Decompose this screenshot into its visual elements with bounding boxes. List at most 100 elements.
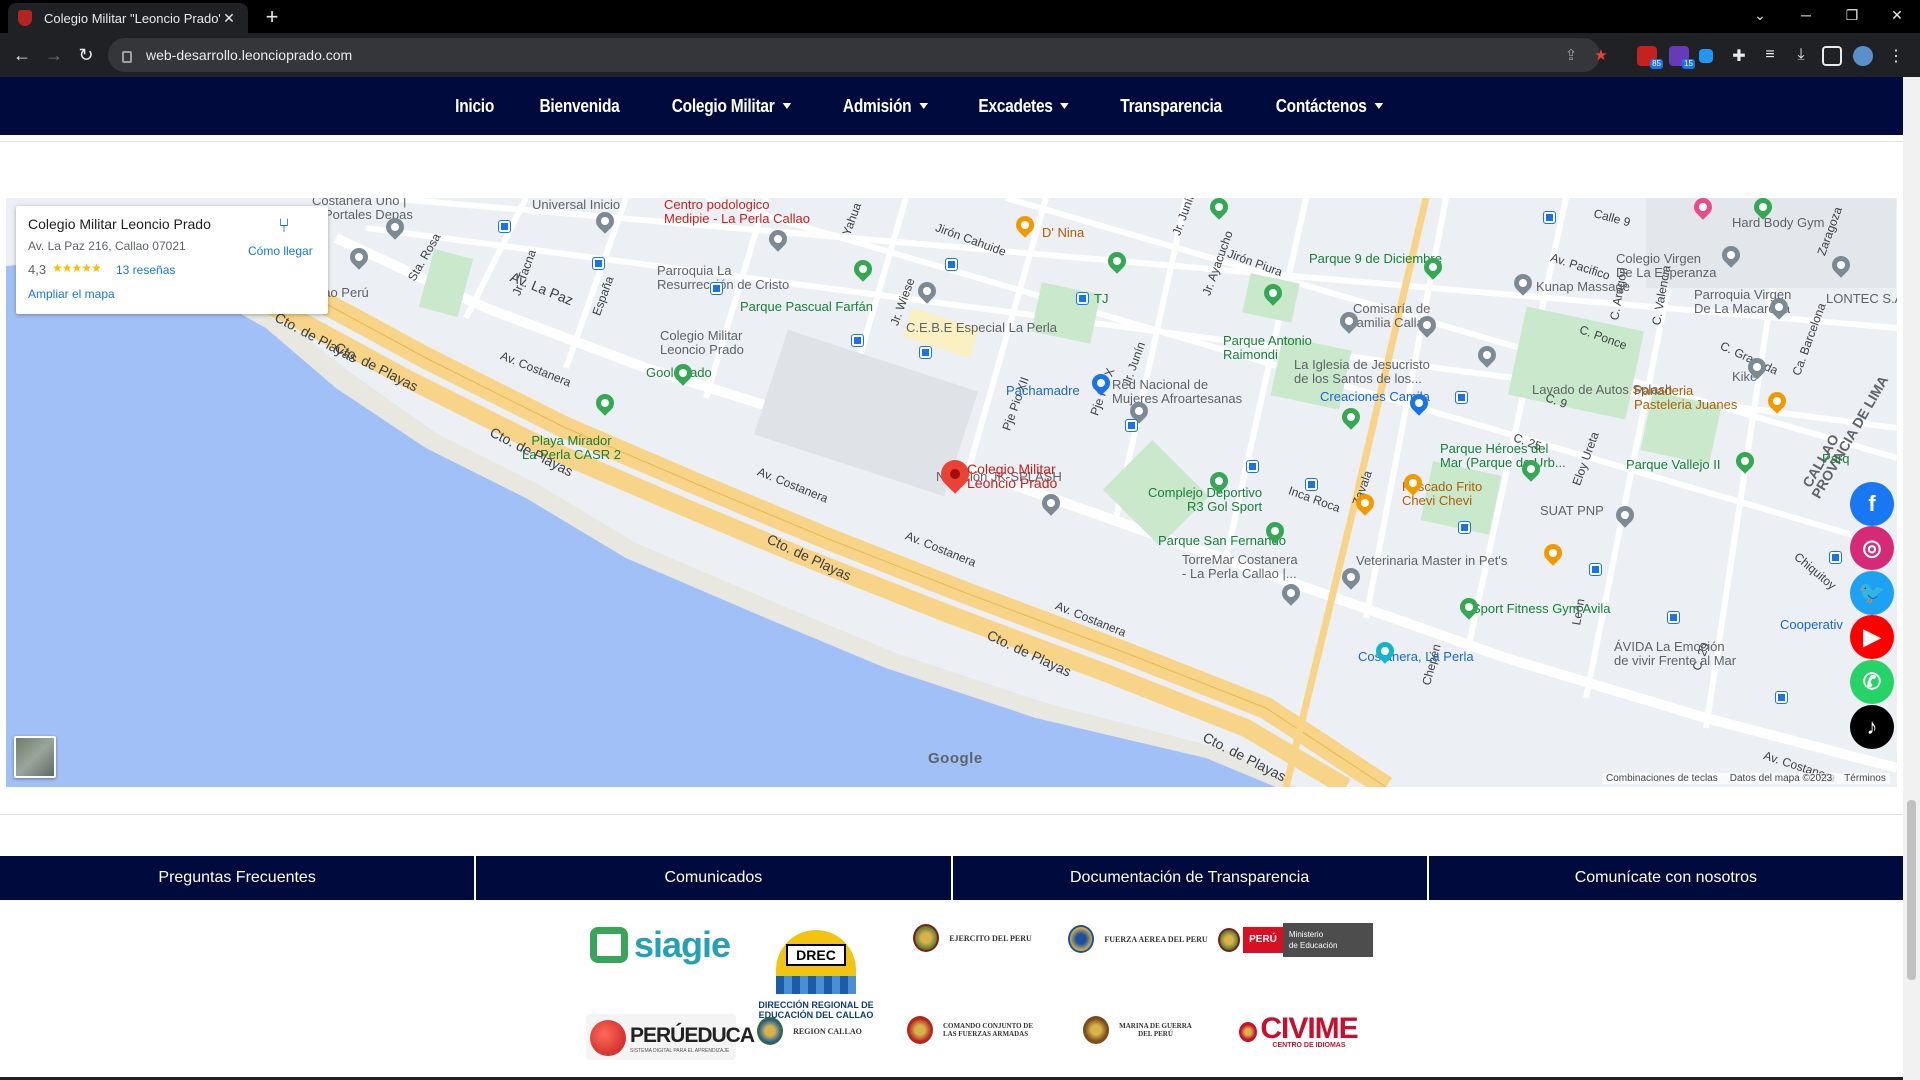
youtube-icon[interactable]: ▶ (1850, 615, 1894, 659)
scrollbar-thumb[interactable] (1907, 800, 1916, 980)
bookmark-star-icon[interactable]: ★ (1592, 47, 1610, 65)
reading-list-icon[interactable]: ≡ (1760, 46, 1780, 66)
air-force-seal-icon (1068, 925, 1095, 953)
place-label: TorreMar Costanera - La Perla Callao |..… (1182, 552, 1298, 581)
ccffaa-logo[interactable]: COMANDO CONJUNTO DE LAS FUERZAS ARMADAS (905, 1012, 1035, 1048)
place-label: Panaderia Pasteleria Juanes (1634, 383, 1738, 412)
site-navbar: Inicio Bienvenida Colegio Militar Admisión E… (0, 77, 1903, 135)
minimize-button[interactable]: ─ (1783, 0, 1829, 33)
extension-1-icon[interactable]: 85 (1637, 46, 1663, 69)
bus-stop-icon[interactable] (1076, 292, 1089, 305)
google-map[interactable]: Cto. de Playas Cto. de Playas Cto. de Pl… (6, 198, 1897, 787)
bus-stop-icon[interactable] (592, 257, 605, 270)
nav-item-bienvenida[interactable]: Bienvenida (539, 96, 619, 117)
bus-stop-icon[interactable] (1246, 460, 1259, 473)
tab-search-icon[interactable]: ⌄ (1737, 0, 1783, 33)
page-scrollbar[interactable] (1903, 77, 1920, 1080)
nav-item-excadetes[interactable]: Excadetes (978, 96, 1070, 117)
ejercito-logo[interactable]: EJERCITO DEL PERU (910, 922, 1035, 954)
bus-stop-icon[interactable] (1775, 691, 1788, 704)
nav-item-label: Bienvenida (539, 95, 620, 116)
whatsapp-icon[interactable]: ✆ (1850, 660, 1894, 704)
bus-stop-icon[interactable] (919, 346, 932, 359)
main-menu: Inicio Bienvenida Colegio Militar Admisión E… (0, 77, 1903, 135)
civime-logo[interactable]: CIVIME CENTRO DE IDIOMAS (1236, 1013, 1361, 1050)
place-label: Parque Pascual Farfán (740, 299, 873, 314)
reviews-link[interactable]: 13 reseñas (116, 263, 175, 277)
instagram-icon[interactable]: ◎ (1850, 526, 1894, 570)
url-text: web-desarrollo.leoncioprado.com (146, 47, 353, 63)
keyboard-shortcuts-link[interactable]: Combinaciones de teclas (1606, 773, 1718, 784)
twitter-icon[interactable]: 🐦 (1850, 571, 1894, 615)
nav-item-colegio-militar[interactable]: Colegio Militar (672, 96, 791, 117)
bus-stop-icon[interactable] (945, 258, 958, 271)
bus-stop-icon[interactable] (1667, 611, 1680, 624)
profile-avatar[interactable] (1853, 46, 1873, 66)
bus-stop-icon[interactable] (498, 220, 511, 233)
bus-stop-icon[interactable] (1829, 551, 1842, 564)
satellite-layer-toggle[interactable] (14, 736, 56, 778)
drec-box: DREC (786, 944, 846, 966)
bus-stop-icon[interactable] (851, 334, 864, 347)
bus-stop-icon[interactable] (1305, 478, 1318, 491)
new-tab-button[interactable]: + (258, 5, 286, 29)
side-panel-icon[interactable] (1822, 46, 1842, 66)
facebook-icon[interactable]: f (1850, 482, 1894, 526)
enlarge-map-link[interactable]: Ampliar el mapa (28, 287, 115, 301)
siagie-logo[interactable]: siagie (585, 921, 735, 969)
perueduca-text: PERÚEDUCA (630, 1024, 755, 1047)
footer-tab[interactable]: Comunicados (476, 856, 951, 900)
download-icon[interactable]: ⤓ (1791, 46, 1811, 66)
region-callao-logo[interactable]: REGION CALLAO (752, 1014, 867, 1048)
place-address: Av. La Paz 216, Callao 07021 (28, 239, 186, 253)
terms-link[interactable]: Términos (1844, 773, 1886, 784)
navy-seal-icon (1083, 1016, 1110, 1044)
place-label: Centro podologico Medipie - La Perla Cal… (664, 198, 810, 226)
share-icon[interactable]: ⇪ (1562, 47, 1580, 65)
marina-text: MARINA DE GUERRA DEL PERÚ (1119, 1022, 1192, 1038)
footer-tab[interactable]: Documentación de Transparencia (952, 856, 1427, 900)
bus-stop-icon[interactable] (1455, 391, 1468, 404)
bus-stop-icon[interactable] (1543, 211, 1556, 224)
bus-stop-icon[interactable] (1589, 563, 1602, 576)
forward-icon[interactable]: → (41, 42, 67, 68)
ejercito-text: EJERCITO DEL PERU (949, 933, 1032, 943)
place-label: Red Nacional de Mujeres Afroartesanas (1112, 377, 1243, 406)
fap-text: FUERZA AEREA DEL PERU (1104, 934, 1208, 944)
place-label: C.E.B.E Especial La Perla (906, 320, 1058, 335)
extension-3-icon[interactable] (1699, 49, 1713, 63)
tiktok-icon[interactable]: ♪ (1850, 705, 1894, 749)
extension-2-icon[interactable]: 15 (1669, 46, 1695, 69)
extensions-puzzle-icon[interactable]: ✚ (1729, 46, 1749, 66)
footer-tab[interactable]: Comunícate con nosotros (1428, 856, 1903, 900)
nav-item-contáctenos[interactable]: Contáctenos (1275, 96, 1383, 117)
place-label: Parque Vallejo II (1626, 457, 1721, 472)
reload-icon[interactable]: ↻ (73, 42, 99, 68)
bus-stop-icon[interactable] (1458, 521, 1471, 534)
footer-tab[interactable]: Preguntas Frecuentes (0, 856, 475, 900)
nav-item-admisión[interactable]: Admisión (843, 96, 929, 117)
back-icon[interactable]: ← (9, 42, 35, 68)
place-label: Pachamadre (1006, 383, 1080, 398)
place-label: LONTEC S.A.C (1826, 291, 1897, 306)
fap-logo[interactable]: FUERZA AEREA DEL PERU (1068, 922, 1208, 956)
directions-link[interactable]: Cómo llegar (248, 244, 313, 258)
main-location-label: Colegio Militar Leoncio Prado (967, 461, 1058, 491)
bus-stop-icon[interactable] (1125, 419, 1138, 432)
close-window-button[interactable]: ✕ (1874, 0, 1920, 33)
nav-item-inicio[interactable]: Inicio (455, 96, 494, 117)
directions-icon[interactable]: ⑂ (274, 216, 294, 236)
perueduca-mark-icon (590, 1020, 626, 1056)
perueduca-logo[interactable]: PERÚEDUCA SISTEMA DIGITAL PARA EL APREND… (585, 1013, 755, 1061)
bus-stop-icon[interactable] (710, 282, 723, 295)
minedu-logo[interactable]: PERÚ Ministerio de Educación (1218, 922, 1373, 958)
marina-logo[interactable]: MARINA DE GUERRA DEL PERÚ (1070, 1012, 1205, 1048)
nav-item-transparencia[interactable]: Transparencia (1121, 96, 1223, 117)
divider (0, 814, 1903, 815)
tab-close-icon[interactable]: ✕ (220, 10, 238, 27)
restore-button[interactable]: ❐ (1829, 0, 1875, 33)
address-bar[interactable]: web-desarrollo.leoncioprado.com ⇪ ★ (108, 38, 1608, 72)
browser-tab[interactable]: Colegio Militar "Leoncio Prado" ✕ (8, 3, 248, 33)
minedu-peru: PERÚ (1243, 927, 1283, 953)
more-menu-icon[interactable]: ⋮ (1886, 46, 1906, 66)
